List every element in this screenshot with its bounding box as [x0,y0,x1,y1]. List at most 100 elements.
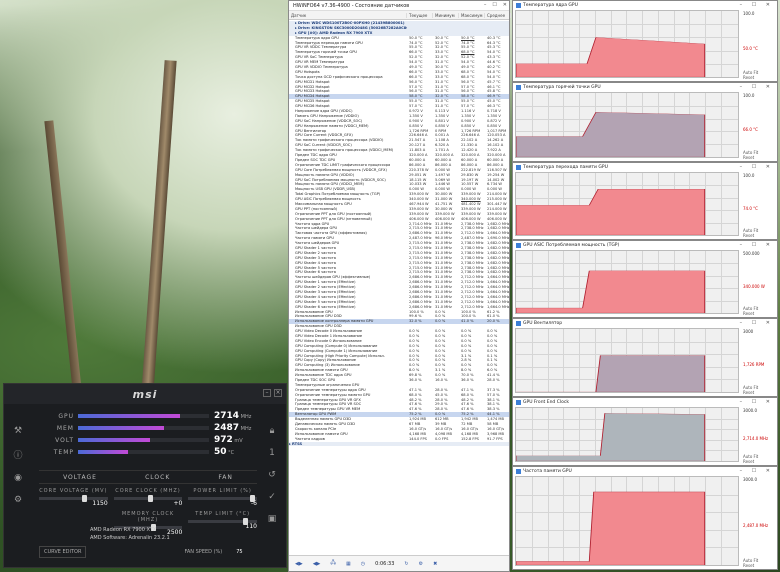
graph-title: Частота памяти GPU – ☐ ✕ [513,467,777,476]
gauge-row: VOLT 972 mV [44,434,254,446]
gauge-unit: MHz [239,414,252,420]
afterburner-tabs: VOLTAGE CLOCK FAN [39,470,257,484]
window-controls[interactable]: – ☐ ✕ [740,164,774,170]
profile-1-icon[interactable]: 1 [269,448,275,458]
window-controls[interactable]: – ☐ ✕ [740,399,774,405]
graph-title: GPU ASIC Потребляемая мощность (TGP) – ☐ … [513,241,777,250]
lock-icon[interactable]: 🔒︎ [270,426,275,436]
graph-series [516,270,706,313]
control-slider[interactable] [188,518,257,525]
graph-sidebar: 100.0 74.0 °C Auto Fit Reset [740,172,777,239]
reset-button[interactable]: Reset [743,311,754,316]
reset-button[interactable]: Reset [743,75,754,80]
save-icon[interactable]: ▣ [268,514,277,524]
graph-title: Температура перехода памяти GPU – ☐ ✕ [513,163,777,172]
reset-button[interactable]: Reset [743,390,754,395]
report-icon[interactable]: ▦ [346,561,351,567]
graph-max: 3000.0 [743,477,757,482]
elapsed-time: 0:06:33 [375,560,395,567]
reset-button[interactable]: Reset [743,563,754,568]
graph-sidebar: 100.0 50.0 °C Auto Fit Reset [740,10,777,81]
graph-plot [515,172,739,236]
reset-icon[interactable]: ↻ [404,561,408,567]
control-group: CORE VOLTAGE (MV) 1150 [39,488,108,507]
gauge-value: 2714 MHz [214,411,252,421]
graph-current: 1,726 RPM [743,362,765,367]
gauge-bar [78,438,209,442]
tab-voltage[interactable]: VOLTAGE [63,474,97,481]
control-value: -6 [251,500,257,507]
column-header[interactable]: Минимум [433,12,459,18]
close-icon[interactable]: ✖ [433,561,437,567]
gauge-row: TEMP 50 °C [44,446,254,458]
graph-current: 2,714.0 MHz [743,436,769,441]
nav-right-icon[interactable]: ◀▶ [313,561,321,567]
fan-speed-value: 75 [236,549,243,555]
graph-title-text: GPU Вентилятор [523,321,563,326]
graph-series [516,112,706,157]
sensor-table[interactable]: ▸ Drive: WDC WDS100T2B0C-00PXH0 (21439B8… [289,21,509,555]
window-controls[interactable]: – ☐ ✕ [740,468,774,474]
window-controls[interactable]: – ☐ ✕ [740,320,774,326]
graph-area [516,413,706,461]
gauge-fill [78,414,181,418]
gpu-name: AMD Radeon RX 7900 XTX [90,527,157,533]
nav-left-icon[interactable]: ◀▶ [295,561,303,567]
graph-title-text: Температура перехода памяти GPU [523,165,608,170]
monitor-icon[interactable]: ◉ [14,473,22,483]
control-label: CORE CLOCK (MHZ) [115,488,181,494]
network-icon[interactable]: 🖧 [330,560,336,568]
slider-handle[interactable] [147,495,153,502]
window-controls[interactable]: – ☐ ✕ [740,242,774,248]
tab-fan[interactable]: FAN [218,474,233,481]
graph-max: 100.0 [743,93,755,98]
info-icon[interactable]: ⓘ [13,448,22,461]
slider-handle[interactable] [243,518,249,525]
control-value: 1150 [92,500,108,507]
oc-scanner-icon[interactable]: ⚒ [14,426,22,436]
graph-plot [515,92,739,158]
slider-handle[interactable] [81,495,87,502]
control-slider[interactable] [113,495,183,502]
curve-editor-button[interactable]: CURVE EDITOR [39,546,87,558]
reset-button[interactable]: Reset [743,155,754,160]
graph-window: Температура перехода памяти GPU – ☐ ✕ 100.… [512,162,778,240]
control-slider[interactable] [39,495,108,502]
reset-button[interactable]: Reset [743,459,754,464]
reset-button[interactable]: Reset [743,233,754,238]
control-group: TEMP LIMIT (°C) 110 [188,511,257,536]
close-icon[interactable]: ✕ [503,2,507,8]
gauge-value: 50 °C [214,447,235,457]
column-header[interactable]: Максимум [459,12,485,18]
graph-window: GPU Front End Clock – ☐ ✕ 3000.0 2,714.0 MH… [512,397,778,466]
window-controls[interactable]: – ☐ ✕ [740,84,774,90]
reset-icon[interactable]: ↺ [268,470,276,480]
column-header[interactable]: Текущее [407,12,433,18]
graph-area [516,270,706,313]
apply-icon[interactable]: ✓ [268,492,276,502]
window-controls[interactable]: – ☐ ✕ [740,2,774,8]
control-group: CORE CLOCK (MHZ) +0 [113,488,183,507]
gauge-label: GPU [58,412,74,420]
graph-title-text: Температура ядра GPU [523,3,578,8]
close-icon[interactable]: × [274,389,282,397]
control-slider[interactable] [188,495,257,502]
gauge-value: 2487 MHz [214,423,252,433]
tab-clock[interactable]: CLOCK [145,474,170,481]
graph-title-text: GPU ASIC Потребляемая мощность (TGP) [523,243,620,248]
settings-icon[interactable]: ⚙ [419,561,423,567]
control-label: POWER LIMIT (%) [193,488,252,494]
minimize-icon[interactable]: – [263,389,271,397]
minimize-icon[interactable]: – [484,2,487,8]
graph-plot [515,250,739,314]
sensor-section[interactable]: ▸ RTSS [289,441,509,447]
control-label: TEMP LIMIT (°C) [195,511,251,517]
column-header[interactable]: Среднее [485,12,511,18]
slider-handle[interactable] [250,495,256,502]
gauge-fill [78,438,151,442]
graph-area [516,188,706,235]
settings-icon[interactable]: ⚙ [14,495,22,505]
hwinfo-window: HWiNFO64 v7.36-4900 - Состояние датчиков… [288,0,511,572]
maximize-icon[interactable]: ☐ [492,2,496,8]
column-header[interactable]: Датчик [289,12,407,18]
